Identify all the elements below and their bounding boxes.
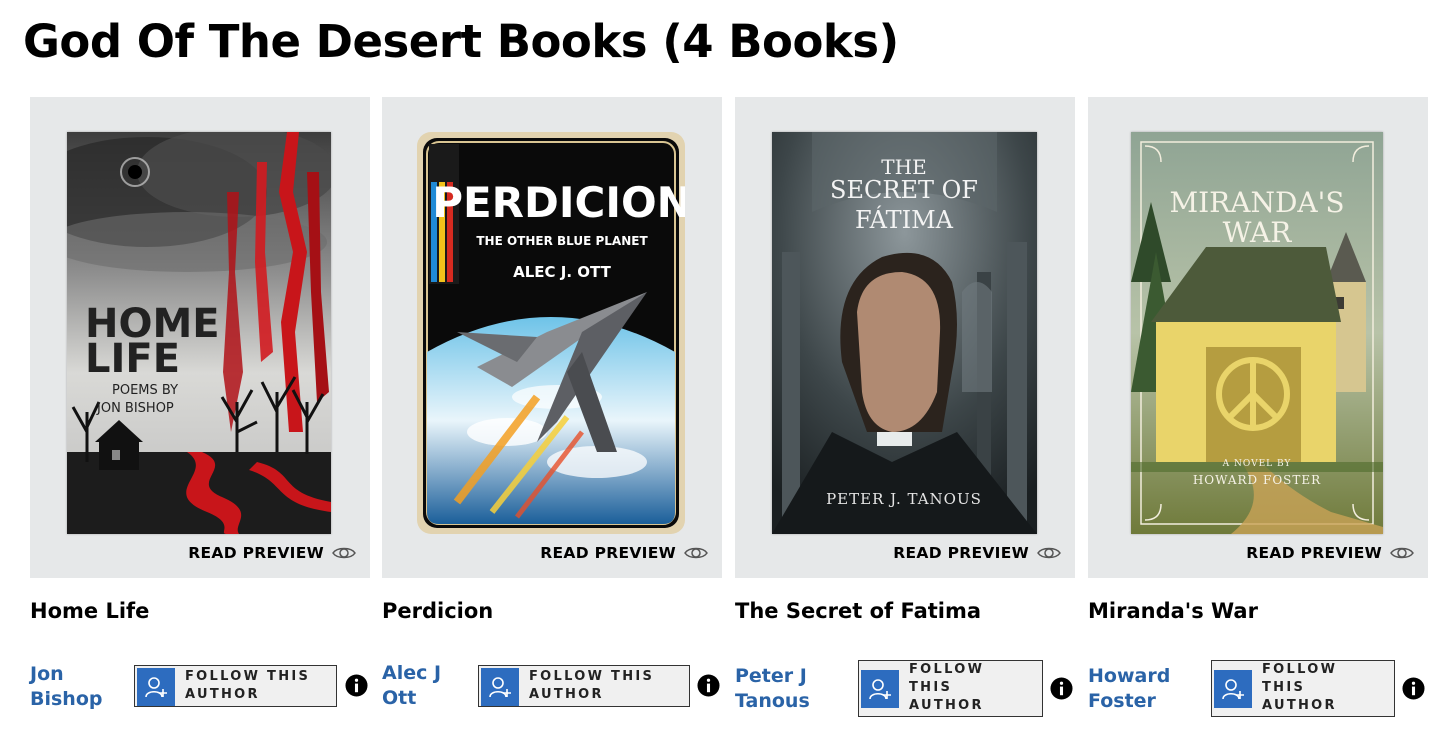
svg-text:PETER J. TANOUS: PETER J. TANOUS [826,490,982,508]
cover-panel: MIRANDA'S WAR A NOVEL BY HOWARD FOSTER R… [1088,97,1428,578]
svg-text:HOWARD FOSTER: HOWARD FOSTER [1193,473,1321,487]
author-link[interactable]: Jon Bishop [30,662,110,712]
read-preview-button[interactable]: READ PREVIEW [540,543,708,563]
book-title[interactable]: The Secret of Fatima [735,599,981,623]
add-user-icon [861,670,899,708]
eye-icon [1390,545,1414,561]
book-card-mirandas-war: MIRANDA'S WAR A NOVEL BY HOWARD FOSTER R… [1088,97,1428,737]
book-title[interactable]: Home Life [30,599,149,623]
svg-text:PERDICION: PERDICION [432,178,685,227]
book-card-secret-of-fatima: THE SECRET OF FÁTIMA PETER J. TANOUS REA… [735,97,1075,737]
author-link[interactable]: Peter J Tanous [735,664,835,714]
add-user-icon [1214,670,1252,708]
book-cover-perdicion[interactable]: PERDICION THE OTHER BLUE PLANET ALEC J. … [417,132,685,534]
cover-panel: THE SECRET OF FÁTIMA PETER J. TANOUS REA… [735,97,1075,578]
svg-text:ALEC J. OTT: ALEC J. OTT [513,263,611,281]
svg-text:FÁTIMA: FÁTIMA [855,205,954,234]
read-preview-label: READ PREVIEW [188,544,324,562]
read-preview-button[interactable]: READ PREVIEW [893,543,1061,563]
follow-author-label: FOLLOW THIS AUTHOR [909,662,985,713]
book-cover-mirandas-war[interactable]: MIRANDA'S WAR A NOVEL BY HOWARD FOSTER [1131,132,1383,534]
eye-icon [1037,545,1061,561]
info-icon[interactable] [1402,677,1425,700]
book-card-perdicion: PERDICION THE OTHER BLUE PLANET ALEC J. … [382,97,722,737]
page-title: God Of The Desert Books (4 Books) [23,15,899,68]
follow-author-button[interactable]: FOLLOW THIS AUTHOR [478,665,690,707]
follow-author-label: FOLLOW THIS AUTHOR [185,669,311,702]
svg-text:WAR: WAR [1223,216,1293,249]
follow-author-label: FOLLOW THIS AUTHOR [529,669,655,702]
book-title[interactable]: Perdicion [382,599,493,623]
eye-icon [684,545,708,561]
svg-text:SECRET OF: SECRET OF [830,176,978,204]
read-preview-label: READ PREVIEW [893,544,1029,562]
svg-text:THE OTHER BLUE PLANET: THE OTHER BLUE PLANET [476,234,648,248]
cover-panel: PERDICION THE OTHER BLUE PLANET ALEC J. … [382,97,722,578]
add-user-icon [481,668,519,706]
cover-panel: HOME LIFE POEMS BY JON BISHOP READ PREVI… [30,97,370,578]
info-icon[interactable] [1050,677,1073,700]
read-preview-label: READ PREVIEW [1246,544,1382,562]
info-icon[interactable] [697,674,720,697]
read-preview-button[interactable]: READ PREVIEW [1246,543,1414,563]
book-card-home-life: HOME LIFE POEMS BY JON BISHOP READ PREVI… [30,97,370,737]
svg-text:MIRANDA'S: MIRANDA'S [1169,186,1344,219]
book-title[interactable]: Miranda's War [1088,599,1258,623]
follow-author-button[interactable]: FOLLOW THIS AUTHOR [134,665,337,707]
read-preview-label: READ PREVIEW [540,544,676,562]
follow-author-button[interactable]: FOLLOW THIS AUTHOR [858,660,1043,717]
book-cover-secret-of-fatima[interactable]: THE SECRET OF FÁTIMA PETER J. TANOUS [772,132,1037,534]
book-cover-home-life[interactable]: HOME LIFE POEMS BY JON BISHOP [67,132,331,534]
eye-icon [332,545,356,561]
read-preview-button[interactable]: READ PREVIEW [188,543,356,563]
svg-text:POEMS BY: POEMS BY [112,383,178,398]
follow-author-button[interactable]: FOLLOW THIS AUTHOR [1211,660,1395,717]
add-user-icon [137,668,175,706]
svg-text:LIFE: LIFE [85,336,180,382]
svg-text:JON BISHOP: JON BISHOP [96,401,174,416]
follow-author-label: FOLLOW THIS AUTHOR [1262,662,1338,713]
info-icon[interactable] [345,674,368,697]
svg-text:A NOVEL BY: A NOVEL BY [1222,459,1292,469]
author-link[interactable]: Alec J Ott [382,661,462,711]
author-link[interactable]: Howard Foster [1088,664,1188,714]
